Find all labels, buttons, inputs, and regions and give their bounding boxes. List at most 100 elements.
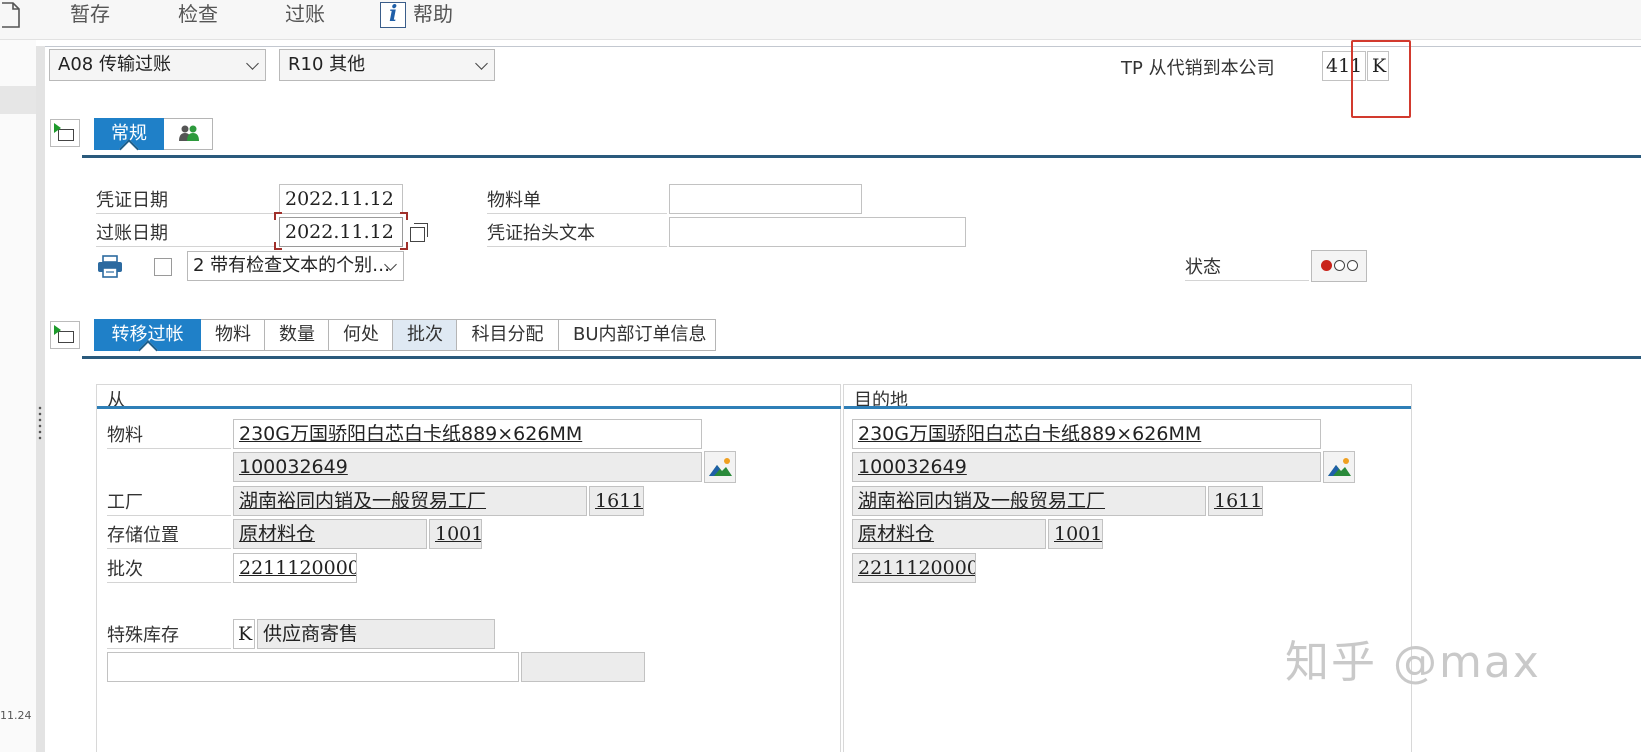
chevron-down-icon <box>246 57 259 70</box>
from-sloc-field[interactable]: 1001 <box>429 519 482 549</box>
to-plant-desc-field: 湖南裕同内销及一般贸易工厂 <box>852 486 1206 516</box>
post-button[interactable]: 过账 <box>285 0 325 30</box>
highlight-box <box>1351 40 1411 118</box>
header-tabstrip: 常规 <box>94 118 213 150</box>
special-stock-extra-desc-field <box>521 652 645 682</box>
tab-material[interactable]: 物料 <box>201 319 265 351</box>
tab-batch[interactable]: 批次 <box>393 319 457 351</box>
tab-where[interactable]: 何处 <box>329 319 393 351</box>
status-green-light <box>1347 260 1358 271</box>
from-material-label: 物料 <box>107 421 231 449</box>
to-sloc-field[interactable]: 1001 <box>1048 519 1103 549</box>
splitter-grip-icon[interactable] <box>38 405 42 441</box>
to-material-number-field[interactable]: 100032649 <box>852 452 1321 482</box>
to-sloc-desc-text: 原材料仓 <box>858 523 935 545</box>
from-plant-label: 工厂 <box>107 488 231 516</box>
to-sloc-text: 1001 <box>1054 523 1103 545</box>
from-batch-field[interactable]: 2211120000 <box>233 553 357 583</box>
material-slip-label: 物料单 <box>487 186 667 214</box>
from-sloc-text: 1001 <box>435 523 482 545</box>
printer-icon[interactable] <box>97 255 123 279</box>
to-plant-field[interactable]: 1611 <box>1208 486 1263 516</box>
chevron-down-icon <box>475 57 488 70</box>
from-plant-desc-field: 湖南裕同内销及一般贸易工厂 <box>233 486 587 516</box>
item-tabstrip: 转移过帐 物料 数量 何处 批次 科目分配 BU内部订单信息 <box>94 319 716 351</box>
item-tab-underline <box>82 356 1641 359</box>
print-checkbox[interactable] <box>154 258 172 276</box>
print-option-select[interactable]: 2 带有检查文本的个别… <box>187 251 404 281</box>
from-material-desc-text: 230G万国骄阳白芯白卡纸889×626MM <box>239 423 583 445</box>
from-material-desc-field[interactable]: 230G万国骄阳白芯白卡纸889×626MM <box>233 419 702 449</box>
focus-corner <box>274 242 282 250</box>
tab-quantity[interactable]: 数量 <box>265 319 329 351</box>
from-material-number-field[interactable]: 100032649 <box>233 452 702 482</box>
focus-corner <box>274 212 282 220</box>
movement-description: TP 从代销到本公司 <box>1121 58 1275 79</box>
navigation-panel <box>0 40 36 752</box>
header-tab-underline <box>82 155 1641 158</box>
image-icon[interactable] <box>704 451 736 483</box>
from-material-number-text: 100032649 <box>239 456 348 478</box>
special-stock-field[interactable]: K <box>233 619 255 649</box>
image-icon-graphic <box>709 458 732 476</box>
panel-splitter[interactable] <box>36 46 45 752</box>
header-text-field[interactable] <box>669 217 966 247</box>
material-slip-field[interactable] <box>669 184 862 214</box>
help-button[interactable]: 帮助 <box>413 0 453 30</box>
from-batch-label: 批次 <box>107 555 231 583</box>
watermark: 知乎 @max <box>1285 637 1541 688</box>
post-date-field[interactable]: 2022.11.12 <box>279 217 403 247</box>
special-stock-desc-field: 供应商寄售 <box>257 619 495 649</box>
from-plant-desc-text: 湖南裕同内销及一般贸易工厂 <box>239 490 487 512</box>
status-label: 状态 <box>1185 253 1309 281</box>
to-material-desc-text: 230G万国骄阳白芯白卡纸889×626MM <box>858 423 1202 445</box>
navigation-edge-text: 11.24 <box>0 709 32 722</box>
to-material-desc-field[interactable]: 230G万国骄阳白芯白卡纸889×626MM <box>852 419 1321 449</box>
to-batch-field[interactable]: 2211120000 <box>852 553 976 583</box>
movement-select[interactable]: A08 传输过账 <box>49 49 266 81</box>
panel-toggle-icon[interactable] <box>50 119 80 147</box>
document-icon[interactable] <box>0 2 20 28</box>
tab-partners[interactable] <box>164 118 213 150</box>
to-plant-desc-text: 湖南裕同内销及一般贸易工厂 <box>858 490 1106 512</box>
calendar-picker-icon[interactable] <box>406 219 430 245</box>
to-plant-text: 1611 <box>1214 490 1263 512</box>
print-option-value: 2 带有检查文本的个别… <box>193 255 391 276</box>
from-sloc-desc-text: 原材料仓 <box>239 523 316 545</box>
tab-transfer-posting[interactable]: 转移过帐 <box>94 319 201 351</box>
from-sloc-label: 存储位置 <box>107 521 231 549</box>
info-icon[interactable]: i <box>380 1 406 28</box>
from-title-line <box>97 406 841 409</box>
status-red-light <box>1321 260 1332 271</box>
application-toolbar: 暂存 检查 过账 i 帮助 <box>0 0 1641 40</box>
panel-toggle-icon[interactable] <box>50 321 80 349</box>
header-text-label: 凭证抬头文本 <box>487 219 667 247</box>
to-batch-text: 2211120000 <box>858 557 976 579</box>
image-icon-graphic <box>1328 458 1351 476</box>
reason-select-value: R10 其他 <box>288 54 366 75</box>
special-stock-extra-field[interactable] <box>107 652 519 682</box>
post-date-label: 过账日期 <box>96 219 276 247</box>
navigation-selected-item[interactable] <box>0 86 36 114</box>
to-title-line <box>844 406 1411 409</box>
doc-date-label: 凭证日期 <box>96 186 276 214</box>
from-plant-field[interactable]: 1611 <box>589 486 644 516</box>
image-icon[interactable] <box>1323 451 1355 483</box>
check-button[interactable]: 检查 <box>178 0 218 30</box>
from-sloc-desc-field: 原材料仓 <box>233 519 427 549</box>
to-material-number-text: 100032649 <box>858 456 967 478</box>
status-yellow-light <box>1334 260 1345 271</box>
to-sloc-desc-field: 原材料仓 <box>852 519 1046 549</box>
traffic-light-icon <box>1311 250 1367 282</box>
movement-select-value: A08 传输过账 <box>58 54 171 75</box>
from-plant-text: 1611 <box>595 490 644 512</box>
tab-account-assignment[interactable]: 科目分配 <box>457 319 559 351</box>
tab-bu-internal-order[interactable]: BU内部订单信息 <box>559 319 716 351</box>
save-draft-button[interactable]: 暂存 <box>70 0 110 30</box>
from-batch-text: 2211120000 <box>239 557 357 579</box>
people-icon <box>179 125 199 141</box>
reason-select[interactable]: R10 其他 <box>279 49 495 81</box>
tab-general[interactable]: 常规 <box>94 118 164 150</box>
doc-date-field[interactable]: 2022.11.12 <box>279 184 403 214</box>
special-stock-label: 特殊库存 <box>107 621 231 649</box>
